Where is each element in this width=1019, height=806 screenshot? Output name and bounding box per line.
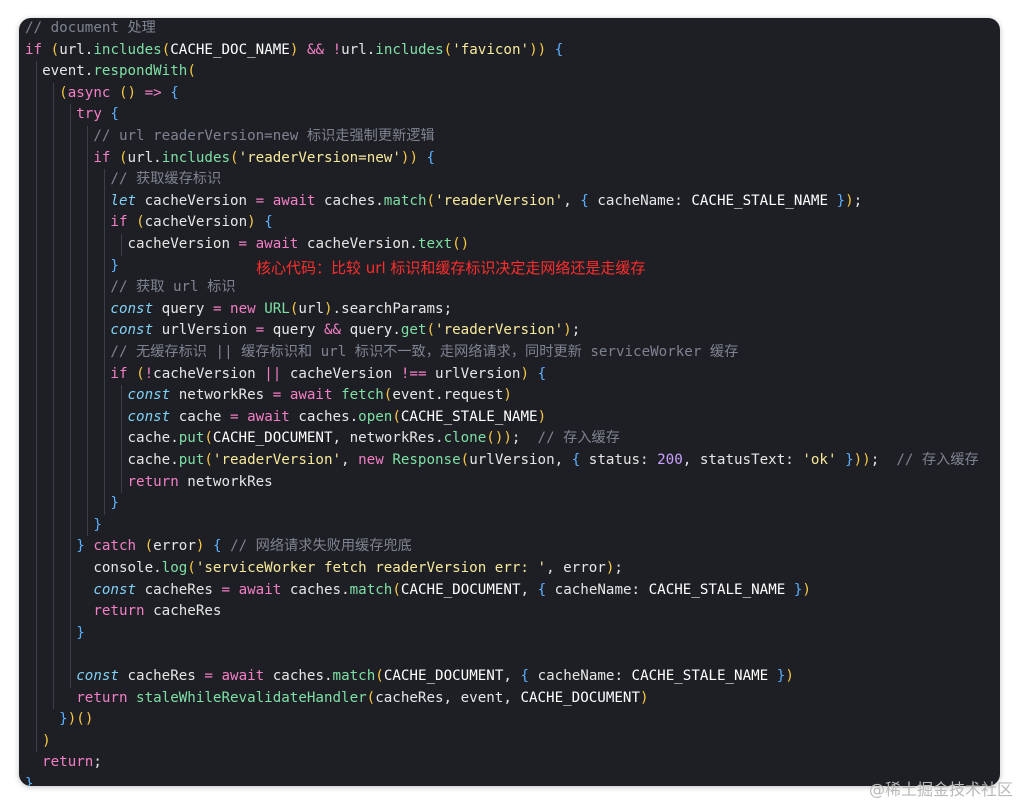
code-line[interactable]: } <box>25 623 85 645</box>
code-line[interactable]: let cacheVersion = await caches.match('r… <box>25 191 862 213</box>
code-line[interactable]: cacheVersion = await cacheVersion.text() <box>25 234 469 256</box>
code-line[interactable]: const urlVersion = query && query.get('r… <box>25 320 580 342</box>
code-line[interactable]: (async () => { <box>25 83 179 105</box>
indent-guide <box>69 104 71 688</box>
code-line[interactable]: } catch (error) { // 网络请求失败用缓存兜底 <box>25 536 412 558</box>
code-line[interactable]: const query = new URL(url).searchParams; <box>25 299 452 321</box>
code-line[interactable]: cache.put(CACHE_DOCUMENT, networkRes.clo… <box>25 428 619 450</box>
code-line[interactable]: if (cacheVersion) { <box>25 212 272 234</box>
code-line[interactable]: const cacheRes = await caches.match(CACH… <box>25 666 794 688</box>
code-area[interactable]: // document 处理 if (url.includes(CACHE_DOC… <box>25 18 1000 786</box>
code-line[interactable]: return staleWhileRevalidateHandler(cache… <box>25 688 648 710</box>
code-line[interactable]: event.respondWith( <box>25 61 196 83</box>
indent-guide <box>121 234 123 256</box>
indent-guide <box>35 61 37 753</box>
code-line[interactable]: return cacheRes <box>25 601 221 623</box>
code-line[interactable]: const cacheRes = await caches.match(CACH… <box>25 580 811 602</box>
code-line[interactable]: ) <box>25 731 51 753</box>
annotation-text: 核心代码：比较 url 标识和缓存标识决定走网络还是走缓存 <box>256 259 646 277</box>
code-editor[interactable]: // document 处理 if (url.includes(CACHE_DOC… <box>19 18 1000 786</box>
code-line[interactable]: return; <box>25 752 102 774</box>
indent-guide <box>52 82 54 710</box>
watermark: @稀土掘金技术社区 <box>868 780 1013 799</box>
code-line[interactable]: return networkRes <box>25 472 273 494</box>
code-line[interactable]: } <box>25 774 34 786</box>
code-line[interactable]: const networkRes = await fetch(event.req… <box>25 385 512 407</box>
code-line[interactable]: try { <box>25 104 119 126</box>
indent-guide <box>86 126 88 537</box>
indent-guide <box>103 169 105 515</box>
code-line[interactable]: // 获取缓存标识 <box>25 169 221 191</box>
code-line[interactable]: // 获取 url 标识 <box>25 277 235 299</box>
code-line[interactable]: if (url.includes(CACHE_DOC_NAME) && !url… <box>25 40 563 62</box>
code-line[interactable]: // document 处理 <box>25 18 156 40</box>
code-line[interactable]: cache.put('readerVersion', new Response(… <box>25 450 978 472</box>
code-line[interactable]: // 无缓存标识 || 缓存标识和 url 标识不一致，走网络请求，同时更新 s… <box>25 342 738 364</box>
code-line[interactable]: console.log('serviceWorker fetch readerV… <box>25 558 623 580</box>
indent-guide <box>121 385 123 494</box>
